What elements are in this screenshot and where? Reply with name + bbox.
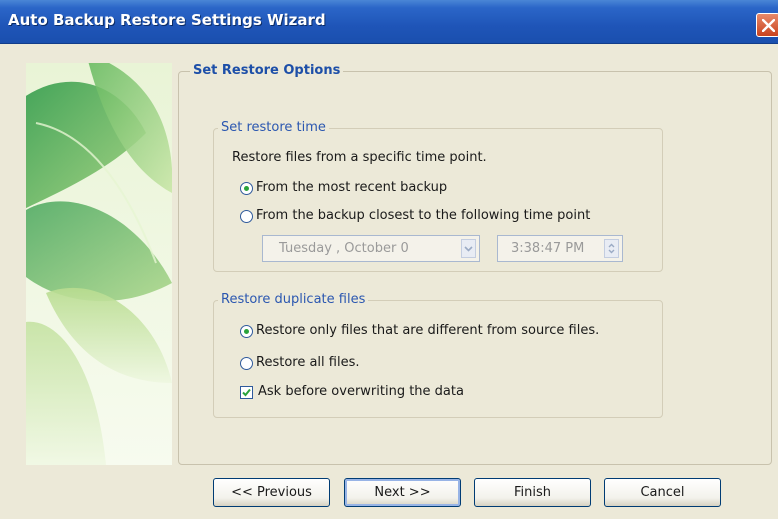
cancel-button[interactable]: Cancel <box>604 478 721 507</box>
window-title: Auto Backup Restore Settings Wizard <box>8 11 326 29</box>
restore-time-description: Restore files from a specific time point… <box>232 150 487 165</box>
chevron-down-icon <box>464 246 473 252</box>
radio-time-point-label[interactable]: From the backup closest to the following… <box>256 208 590 223</box>
restore-time-picker[interactable]: 3:38:47 PM <box>497 235 623 262</box>
date-dropdown-button[interactable] <box>461 239 476 258</box>
time-spinner-button[interactable] <box>604 239 619 258</box>
spinner-arrows-icon <box>608 243 615 254</box>
checkmark-icon <box>242 388 251 397</box>
ask-before-overwrite-checkbox[interactable] <box>240 386 253 399</box>
restore-time-value: 3:38:47 PM <box>511 241 585 256</box>
finish-button[interactable]: Finish <box>474 478 591 507</box>
restore-date-picker[interactable]: Tuesday , October 0 <box>262 235 480 262</box>
restore-date-value: Tuesday , October 0 <box>279 241 409 256</box>
radio-all-files-label[interactable]: Restore all files. <box>256 355 360 370</box>
radio-different-files-label[interactable]: Restore only files that are different fr… <box>256 323 599 338</box>
ask-before-overwrite-label[interactable]: Ask before overwriting the data <box>258 384 464 399</box>
restore-time-group-label: Set restore time <box>218 120 329 135</box>
radio-most-recent-label[interactable]: From the most recent backup <box>256 180 447 195</box>
radio-different-files[interactable] <box>240 325 253 338</box>
close-button[interactable] <box>756 13 778 37</box>
radio-most-recent[interactable] <box>240 182 253 195</box>
next-button[interactable]: Next >> <box>344 478 461 507</box>
radio-all-files[interactable] <box>240 357 253 370</box>
close-icon <box>762 19 775 32</box>
wizard-side-image <box>26 63 172 465</box>
radio-time-point[interactable] <box>240 210 253 223</box>
section-title: Set Restore Options <box>190 63 344 78</box>
previous-button[interactable]: << Previous <box>213 478 330 507</box>
duplicate-files-group-label: Restore duplicate files <box>218 292 369 307</box>
title-bar: Auto Backup Restore Settings Wizard <box>0 0 778 44</box>
